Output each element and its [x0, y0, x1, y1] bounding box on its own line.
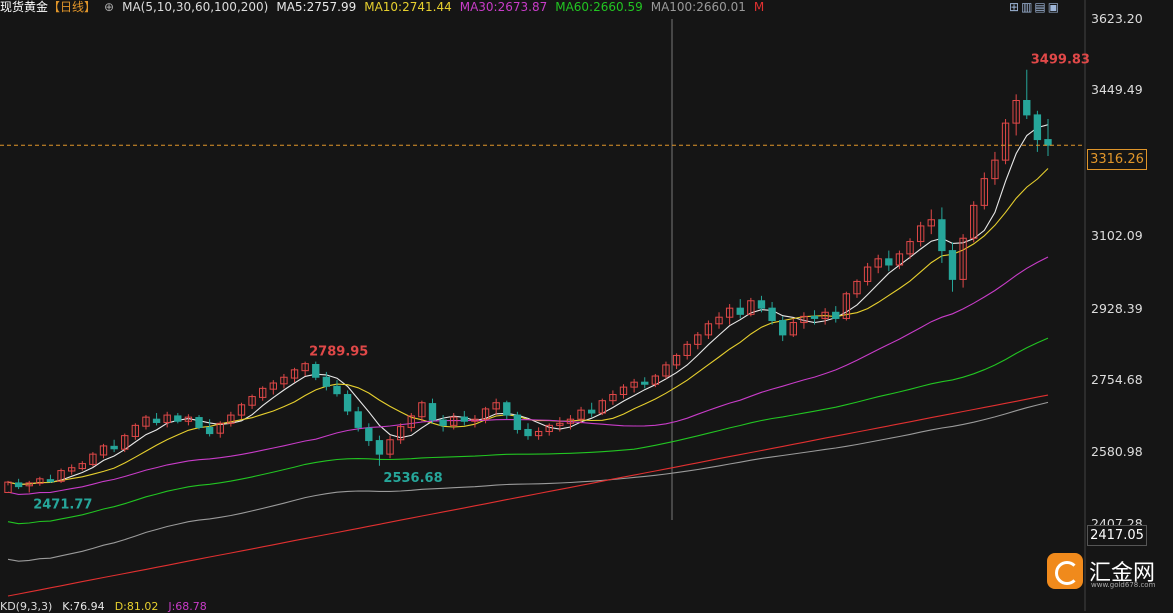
ma30-line: [7, 256, 1049, 495]
chart-header: 现货黄金【日线】 ⊕ MA(5,10,30,60,100,200) MA5:2757.…: [0, 0, 777, 18]
logo-icon: [1047, 553, 1083, 589]
current-price-label: 3316.26: [1087, 149, 1147, 170]
candle-body: [885, 258, 893, 266]
zoom-icon[interactable]: ▤: [1034, 0, 1047, 14]
tick-label: 2928.39: [1091, 301, 1143, 316]
candle-body: [375, 440, 384, 455]
candle-body: [333, 385, 341, 395]
candle-body: [205, 426, 214, 435]
extreme-label: 2789.95: [309, 345, 368, 360]
candle-body: [503, 402, 511, 416]
instrument-title: 现货黄金: [0, 0, 49, 14]
candle-body: [152, 418, 161, 423]
ma200-value: M: [753, 0, 765, 14]
candle-body: [46, 479, 55, 483]
logo-url: www.gold678.com: [1091, 581, 1156, 589]
kd-k: K:76.94: [62, 600, 105, 613]
tick-label: 3623.20: [1091, 11, 1143, 26]
candle-body: [587, 409, 596, 414]
layout-icon[interactable]: ▥: [1021, 0, 1034, 14]
candle-body: [513, 414, 522, 430]
candle-body: [343, 394, 352, 412]
price-axis: 3623.20 3449.49 3102.09 2928.39 2754.68 …: [1089, 0, 1173, 611]
candle-body: [14, 482, 23, 488]
extreme-label: 2536.68: [383, 471, 442, 486]
candle-body: [195, 417, 203, 428]
candle-body: [779, 320, 787, 336]
extreme-label: 2471.77: [33, 497, 92, 512]
candlestick-chart[interactable]: 2471.77 2789.95 2536.68 3499.83: [0, 0, 1173, 611]
candle-body: [1044, 139, 1052, 146]
kd-indicator[interactable]: KD(9,3,3) K:76.94 D:81.02 J:68.78: [0, 600, 217, 613]
candle-body: [641, 381, 649, 385]
ma5-value: MA5:2757.99: [276, 0, 357, 14]
period-label[interactable]: 【日线】: [48, 0, 96, 14]
candle-body: [439, 419, 447, 426]
ma30-value: MA30:2673.87: [459, 0, 548, 14]
candle-body: [110, 445, 118, 450]
kd-d: D:81.02: [114, 600, 159, 613]
candle-body: [938, 219, 946, 252]
candle-body: [736, 307, 744, 315]
window-icon[interactable]: ▣: [1048, 0, 1061, 14]
candle-body: [768, 307, 776, 322]
candle-body: [312, 363, 320, 378]
candle-body: [460, 416, 469, 422]
candle-body: [832, 311, 840, 319]
axis-bottom-label: 2417.05: [1087, 525, 1147, 546]
tick-label: 2580.98: [1091, 444, 1143, 459]
candle-body: [810, 315, 819, 319]
ma100-value: MA100:2660.01: [650, 0, 746, 14]
candle-body: [524, 428, 532, 437]
tick-label: 2754.68: [1091, 372, 1143, 387]
ma10-value: MA10:2741.44: [364, 0, 452, 14]
candle-body: [174, 415, 182, 422]
ma-params[interactable]: MA(5,10,30,60,100,200): [122, 0, 268, 14]
candle-body: [1023, 100, 1031, 116]
crosshair-icon[interactable]: ⊞: [1009, 0, 1021, 14]
candle-body: [948, 250, 957, 280]
tick-label: 3102.09: [1091, 228, 1143, 243]
ma60-value: MA60:2660.59: [555, 0, 643, 14]
brand-logo: 汇金网 www.gold678.com: [1047, 553, 1159, 593]
tick-label: 3449.49: [1091, 82, 1143, 97]
candle-body: [354, 411, 362, 428]
candle-body: [428, 403, 437, 421]
candle-body: [757, 300, 766, 309]
kd-j: J:68.78: [168, 600, 207, 613]
candle-body: [1033, 114, 1042, 141]
extreme-label: 3499.83: [1031, 53, 1090, 68]
kd-name: KD(9,3,3): [0, 600, 53, 613]
candle-body: [322, 376, 331, 387]
settings-icon[interactable]: ⊕: [104, 0, 114, 14]
candle-body: [365, 427, 373, 442]
toolbar-icons[interactable]: ⊞▥▤▣: [1009, 0, 1061, 14]
